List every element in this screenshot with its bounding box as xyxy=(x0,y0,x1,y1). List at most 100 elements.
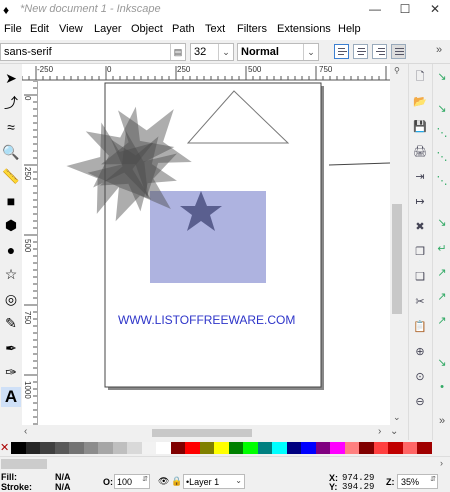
color-swatch[interactable] xyxy=(127,442,142,454)
horizontal-scroll-thumb[interactable] xyxy=(152,429,252,437)
no-paint-icon[interactable]: ✕ xyxy=(0,442,10,454)
color-swatch[interactable] xyxy=(98,442,113,454)
color-swatch[interactable] xyxy=(257,442,272,454)
snap-path-icon[interactable]: ↵ xyxy=(434,240,450,258)
font-style-combo[interactable]: Normal ⌄ xyxy=(237,43,319,61)
snap-bbox-icon[interactable]: ↘ xyxy=(434,100,450,118)
line-shape[interactable] xyxy=(328,162,390,166)
chevron-down-icon[interactable]: ⌄ xyxy=(303,44,318,60)
rectangle-tool-icon[interactable]: ■ xyxy=(1,191,21,211)
pen-tool-icon[interactable]: ✒ xyxy=(1,338,21,358)
canvas-text[interactable]: WWW.LISTOFFREEWARE.COM xyxy=(118,313,295,327)
vertical-ruler[interactable]: 0 250 500 750 1000 xyxy=(22,81,38,425)
opacity-input[interactable]: 100 ⇵ xyxy=(114,474,150,489)
pencil-tool-icon[interactable]: ✎ xyxy=(1,313,21,333)
print-icon[interactable]: 🖨 xyxy=(411,143,429,161)
chevron-down-icon[interactable]: ⌄ xyxy=(218,44,233,60)
zoom-input[interactable]: 35% ⇵ xyxy=(397,474,438,489)
color-swatch[interactable] xyxy=(141,442,156,454)
new-document-icon[interactable]: 🗋 xyxy=(411,68,429,86)
star-tool-icon[interactable]: ☆ xyxy=(1,264,21,284)
maximize-button[interactable]: ☐ xyxy=(390,0,420,20)
color-swatch[interactable] xyxy=(214,442,229,454)
zoom-corner-icon[interactable]: ⚲ xyxy=(394,66,400,75)
menu-text[interactable]: Text xyxy=(205,23,225,35)
color-swatch[interactable] xyxy=(330,442,345,454)
snap-cusp-icon[interactable]: ↗ xyxy=(434,288,450,306)
vertical-scrollbar[interactable]: ⚲ ⌄ xyxy=(390,64,404,426)
color-swatch[interactable] xyxy=(417,442,432,454)
chevron-down-icon[interactable]: ⌄ xyxy=(235,476,242,485)
horizontal-ruler[interactable]: -250 0 250 500 750 xyxy=(22,64,394,81)
menu-view[interactable]: View xyxy=(59,23,83,35)
color-swatch[interactable] xyxy=(286,442,301,454)
color-swatch[interactable] xyxy=(11,442,26,454)
color-swatch[interactable] xyxy=(199,442,214,454)
spin-icon[interactable]: ⇵ xyxy=(430,475,436,483)
color-swatch[interactable] xyxy=(402,442,417,454)
zoom-drawing-icon[interactable]: ⊙ xyxy=(411,368,429,386)
3d-box-tool-icon[interactable]: ⬢ xyxy=(1,215,21,235)
vertical-scroll-thumb[interactable] xyxy=(392,204,402,314)
scroll-down-icon[interactable]: ⌄ xyxy=(390,426,398,437)
calligraphy-tool-icon[interactable]: ✑ xyxy=(1,362,21,382)
spiral-tool-icon[interactable]: ◎ xyxy=(1,289,21,309)
delete-icon[interactable]: ✖ xyxy=(411,218,429,236)
color-swatch[interactable] xyxy=(83,442,98,454)
ellipse-tool-icon[interactable]: ● xyxy=(1,240,21,260)
menu-layer[interactable]: Layer xyxy=(94,23,122,35)
menu-object[interactable]: Object xyxy=(131,23,163,35)
scroll-right-icon[interactable]: › xyxy=(378,426,381,437)
justify-button[interactable] xyxy=(391,44,406,59)
snap-midpoint-icon[interactable]: ⋱ xyxy=(434,172,450,190)
snap-smooth-icon[interactable]: ↗ xyxy=(434,312,450,330)
menu-file[interactable]: File xyxy=(4,23,22,35)
layer-selector[interactable]: •Layer 1 ⌄ xyxy=(183,474,245,489)
minimize-button[interactable]: — xyxy=(360,0,390,20)
menu-path[interactable]: Path xyxy=(172,23,195,35)
export-icon[interactable]: ↦ xyxy=(411,193,429,211)
snap-nodes-icon[interactable]: ↘ xyxy=(434,214,450,232)
scroll-down-icon[interactable]: ⌄ xyxy=(393,412,401,423)
color-swatch[interactable] xyxy=(272,442,287,454)
color-swatch[interactable] xyxy=(54,442,69,454)
layer-lock-icon[interactable]: 🔒 xyxy=(171,476,182,487)
font-family-combo[interactable]: sans-serif ▤ xyxy=(0,43,186,61)
color-swatch[interactable] xyxy=(25,442,40,454)
close-button[interactable]: ✕ xyxy=(420,0,450,20)
scroll-right-icon[interactable]: › xyxy=(440,458,443,468)
save-icon[interactable]: 💾 xyxy=(411,118,429,136)
toolbar-overflow-icon[interactable]: » xyxy=(436,44,442,56)
color-swatch[interactable] xyxy=(301,442,316,454)
color-swatch[interactable] xyxy=(112,442,127,454)
font-family-list-icon[interactable]: ▤ xyxy=(170,44,185,60)
color-swatch[interactable] xyxy=(156,442,171,454)
color-swatch[interactable] xyxy=(388,442,403,454)
text-tool-icon[interactable]: A xyxy=(1,386,21,407)
open-icon[interactable]: 📂 xyxy=(411,93,429,111)
zoom-tool-icon[interactable]: 🔍 xyxy=(1,142,21,162)
snap-overflow-icon[interactable]: » xyxy=(434,412,450,430)
color-swatch[interactable] xyxy=(373,442,388,454)
paste-icon[interactable]: 📋 xyxy=(411,318,429,336)
color-swatch[interactable] xyxy=(243,442,258,454)
menu-edit[interactable]: Edit xyxy=(30,23,49,35)
align-left-button[interactable] xyxy=(334,44,349,59)
color-swatch[interactable] xyxy=(228,442,243,454)
drawing-canvas[interactable]: WWW.LISTOFFREEWARE.COM xyxy=(38,81,390,425)
align-center-button[interactable] xyxy=(353,44,368,59)
align-right-button[interactable] xyxy=(372,44,387,59)
tweak-tool-icon[interactable]: ≈ xyxy=(1,117,21,137)
snap-bbox-corner-icon[interactable]: ⋱ xyxy=(434,148,450,166)
duplicate-icon[interactable]: ❐ xyxy=(411,243,429,261)
zoom-fit-icon[interactable]: ⊕ xyxy=(411,343,429,361)
zoom-page-icon[interactable]: ⊖ xyxy=(411,393,429,411)
color-swatch[interactable] xyxy=(170,442,185,454)
horizontal-scrollbar[interactable]: ‹ › ⌄ xyxy=(22,426,404,440)
color-swatch[interactable] xyxy=(359,442,374,454)
layer-visibility-icon[interactable]: 👁 xyxy=(158,476,169,487)
spin-icon[interactable]: ⇵ xyxy=(142,475,148,483)
snap-toggle-icon[interactable]: ↘ xyxy=(434,68,450,86)
selector-icon[interactable]: ➤ xyxy=(1,68,21,88)
menu-extensions[interactable]: Extensions xyxy=(277,23,331,35)
